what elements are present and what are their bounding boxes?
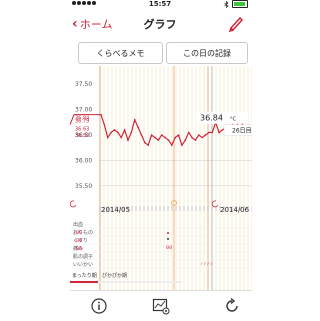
- row-mark: ✓✓✓✓: [200, 261, 213, 266]
- data-point: [140, 134, 143, 136]
- bottom-toolbar: [70, 290, 252, 321]
- row-mark: [167, 232, 169, 234]
- row-mark: ΘΘ: [76, 238, 82, 243]
- y-tick-label: 37.50: [75, 81, 92, 88]
- status-right: [224, 0, 248, 8]
- row-mark: ΘΘ: [166, 245, 172, 250]
- x-axis-label: 2014/06: [220, 206, 250, 214]
- data-point: [208, 131, 210, 134]
- data-point: [218, 131, 220, 134]
- row-label: 肌の調子: [73, 253, 93, 260]
- data-point: [133, 118, 136, 121]
- phase-bar: [98, 281, 182, 283]
- battery-icon: [232, 0, 248, 8]
- data-point: [127, 139, 129, 141]
- data-point: [174, 136, 176, 139]
- data-point: [187, 131, 190, 134]
- data-point: [167, 139, 170, 141]
- data-point: [184, 139, 187, 141]
- data-point: [197, 134, 200, 136]
- day-record-button[interactable]: この日の記録: [166, 42, 248, 64]
- graph-settings-icon[interactable]: [152, 297, 170, 315]
- data-point: [201, 136, 203, 139]
- row-mark: ΘΘ: [76, 230, 82, 235]
- y-tick-overlap-label: 36.79: [75, 118, 89, 124]
- y-tick-overlap-label: 36.50: [75, 133, 89, 139]
- pen-icon[interactable]: [227, 14, 245, 32]
- data-point: [164, 136, 166, 139]
- tooltip-day: 26日目: [232, 128, 252, 135]
- data-point: [160, 134, 163, 136]
- x-axis-label: 2014/05: [101, 206, 130, 214]
- row-mark: ΘΘ: [76, 246, 82, 251]
- status-time: 15:57: [148, 0, 172, 8]
- data-point: [123, 129, 126, 131]
- data-point: [211, 131, 214, 134]
- data-point: [144, 141, 146, 144]
- data-point: [130, 131, 133, 134]
- data-point: [191, 136, 193, 139]
- y-tick-label: 36.00: [75, 157, 92, 164]
- data-point: [103, 124, 106, 126]
- page-title: グラフ: [143, 18, 177, 31]
- data-point: [117, 131, 119, 134]
- data-point: [150, 134, 153, 136]
- data-point: [154, 136, 156, 139]
- moon-icon: [70, 200, 77, 208]
- data-point: [147, 144, 150, 146]
- temperature-chart[interactable]: 37.50 37.00 36.50 36.00 35.50 36.84 36.79 36.63…: [70, 66, 252, 321]
- data-point: [204, 134, 207, 136]
- compare-memo-button[interactable]: くらべるメモ: [78, 42, 163, 64]
- data-point: [100, 113, 102, 116]
- data-point: [110, 131, 112, 134]
- data-point: [177, 134, 180, 136]
- data-point: [221, 129, 224, 131]
- data-point: [194, 139, 197, 141]
- data-point: [137, 126, 139, 129]
- data-point: [113, 129, 116, 131]
- tooltip-unit: °C: [230, 117, 237, 123]
- row-label: 出血: [73, 221, 83, 228]
- y-tick-label: 35.50: [75, 183, 92, 190]
- bluetooth-icon: [224, 0, 229, 8]
- phase-label: ぴかぴか期: [102, 272, 127, 279]
- phase-label: まったり期: [72, 273, 97, 279]
- row-label: いいかい: [73, 261, 93, 268]
- data-point: [120, 136, 123, 139]
- y-tick-label: 37.00: [75, 107, 92, 114]
- data-point: [171, 144, 173, 146]
- status-bar: 15:57: [0, 0, 320, 10]
- row-mark: [167, 238, 169, 240]
- refresh-icon[interactable]: [223, 297, 241, 315]
- data-point: [157, 139, 160, 141]
- moon-icon: [211, 200, 219, 208]
- phase-bar: [70, 281, 98, 283]
- nav-bar: ‹ ホーム グラフ: [0, 10, 320, 38]
- y-tick-overlap-label: 36.63: [75, 126, 89, 132]
- info-icon[interactable]: [90, 297, 108, 315]
- data-point: [106, 136, 109, 139]
- data-point: [181, 144, 183, 146]
- tooltip-value: 36.84: [200, 114, 223, 123]
